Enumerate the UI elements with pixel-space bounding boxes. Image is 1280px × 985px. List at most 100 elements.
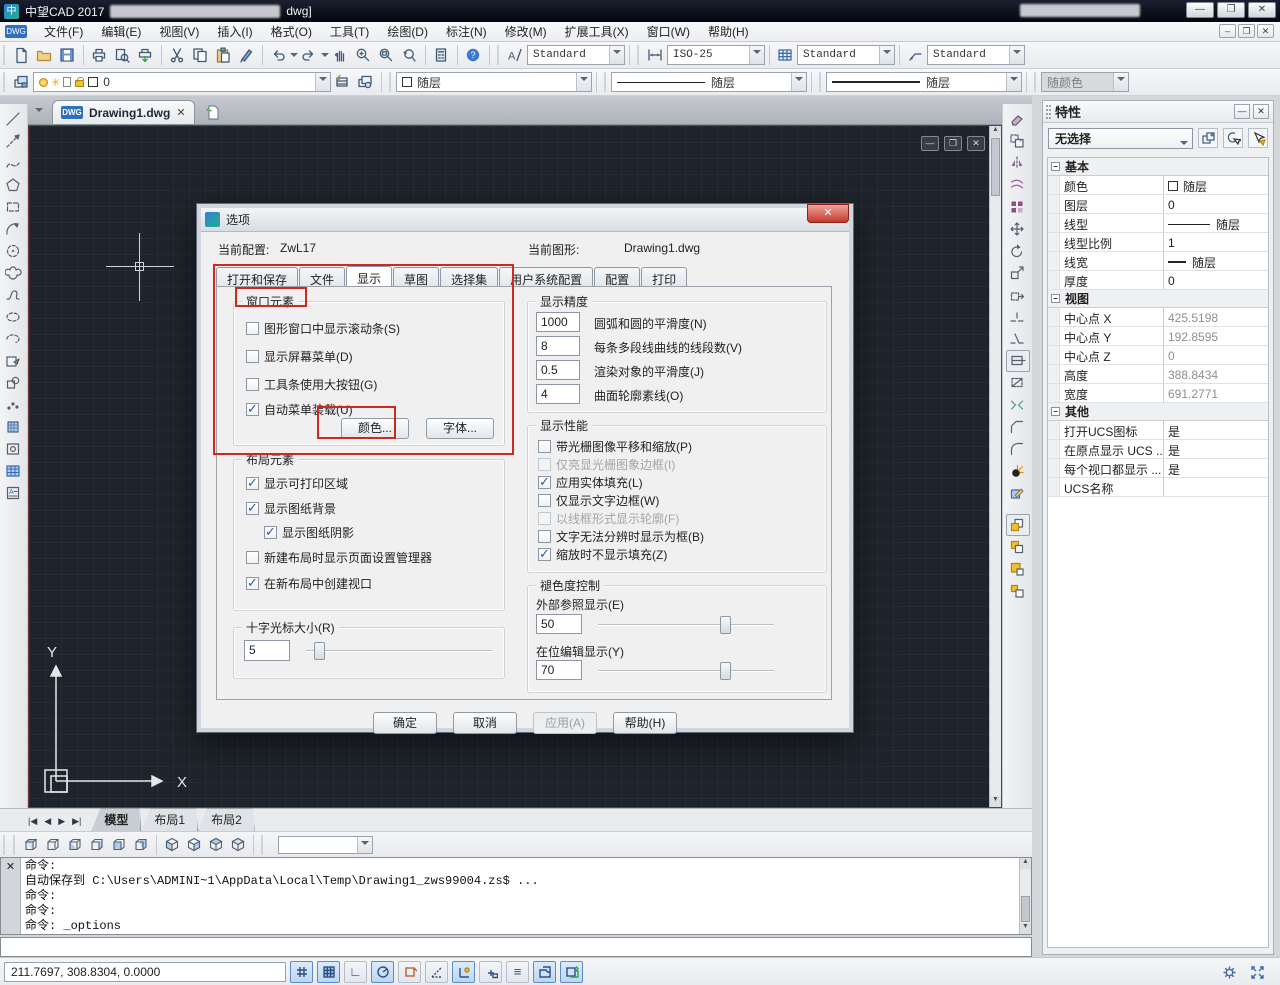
toolbar-grip[interactable]	[3, 45, 7, 65]
property-value[interactable]: 是	[1164, 459, 1268, 477]
move-icon[interactable]	[1006, 218, 1030, 240]
property-value[interactable]: 是	[1164, 440, 1268, 458]
crosshair-size-field[interactable]: 5	[244, 640, 290, 661]
insert-block-icon[interactable]	[2, 350, 26, 372]
zoom-previous-icon[interactable]	[398, 44, 421, 66]
menu-format[interactable]: 格式(O)	[262, 21, 321, 42]
text-style-icon[interactable]: A	[504, 44, 527, 66]
explode-icon[interactable]	[1006, 460, 1030, 482]
property-value[interactable]: 随层	[1164, 252, 1268, 270]
ducs-toggle-icon[interactable]	[452, 961, 475, 983]
revision-cloud-icon[interactable]	[2, 262, 26, 284]
command-history[interactable]: 命令:自动保存到 C:\Users\ADMINI~1\AppData\Local…	[21, 858, 1019, 934]
zoom-window-icon[interactable]	[375, 44, 398, 66]
table-style-combo[interactable]: Standard	[797, 45, 895, 65]
viewport-restore-icon[interactable]: ❐	[944, 136, 962, 151]
view-bottom-icon[interactable]	[42, 834, 64, 855]
toolbar-grip[interactable]	[3, 72, 7, 92]
inplace-edit-field[interactable]: 70	[536, 660, 582, 680]
layer-previous-icon[interactable]	[331, 71, 354, 93]
prev-tab-icon[interactable]: ◀	[44, 816, 51, 827]
menu-draw[interactable]: 绘图(D)	[378, 21, 437, 42]
grid-toggle-icon[interactable]	[317, 961, 340, 983]
color-combo[interactable]: 随层	[396, 72, 592, 92]
tab-close-icon[interactable]: ✕	[176, 106, 185, 119]
doc-restore-button[interactable]: ❐	[1238, 24, 1255, 38]
menu-file[interactable]: 文件(F)	[35, 21, 92, 42]
property-value[interactable]: 0	[1164, 195, 1268, 213]
selection-combo[interactable]: 无选择	[1048, 128, 1193, 149]
command-input[interactable]	[0, 937, 1032, 957]
named-view-combo[interactable]	[278, 836, 373, 854]
copy-object-icon[interactable]	[1006, 130, 1030, 152]
minimize-button[interactable]: —	[1186, 2, 1214, 18]
command-scrollbar[interactable]: ▲▼	[1019, 858, 1031, 934]
checkbox-icon[interactable]	[538, 440, 551, 453]
checkbox-auto-menu-load[interactable]: 自动菜单装载(U)	[246, 401, 353, 418]
combo-arrow-icon[interactable]	[791, 73, 806, 91]
collapse-icon[interactable]: −	[1051, 407, 1060, 416]
scroll-down-icon[interactable]: ▼	[990, 796, 1001, 807]
toolbar-grip[interactable]	[261, 835, 265, 855]
fonts-button[interactable]: 字体...	[426, 418, 494, 439]
tab-layout1[interactable]: 布局1	[141, 808, 198, 831]
toggle-pickadd-icon[interactable]	[1198, 128, 1218, 148]
toolbar-grip[interactable]	[389, 72, 393, 92]
checkbox-raster-pan-zoom[interactable]: 带光栅图像平移和缩放(P)	[538, 438, 692, 455]
polygon-icon[interactable]	[2, 174, 26, 196]
view-right-icon[interactable]	[86, 834, 108, 855]
fillet-icon[interactable]	[1006, 438, 1030, 460]
property-value[interactable]: 是	[1164, 421, 1268, 439]
checkbox-icon[interactable]	[246, 322, 259, 335]
scroll-up-icon[interactable]: ▲	[1020, 858, 1031, 869]
menu-window[interactable]: 窗口(W)	[638, 21, 699, 42]
checkbox-icon[interactable]	[264, 526, 277, 539]
paste-icon[interactable]	[212, 44, 235, 66]
close-button[interactable]: ✕	[1248, 2, 1276, 18]
checkbox-icon[interactable]	[538, 548, 551, 561]
checkbox-icon[interactable]	[246, 350, 259, 363]
new-document-icon[interactable]	[203, 102, 223, 122]
spline-icon[interactable]	[2, 284, 26, 306]
dialog-close-button[interactable]: ✕	[807, 204, 849, 223]
break-icon[interactable]	[1006, 328, 1030, 350]
help-icon[interactable]: ?	[462, 44, 485, 66]
circle-icon[interactable]	[2, 240, 26, 262]
checkbox-paper-background[interactable]: 显示图纸背景	[246, 500, 336, 517]
lineweight-toggle-icon[interactable]: ≡	[506, 961, 529, 983]
view-left-icon[interactable]	[64, 834, 86, 855]
ellipse-icon[interactable]	[2, 306, 26, 328]
checkbox-icon[interactable]	[246, 403, 259, 416]
document-tab[interactable]: DWG Drawing1.dwg ✕	[52, 100, 195, 124]
layer-manager-icon[interactable]	[10, 71, 33, 93]
canvas-vertical-scrollbar[interactable]: ▲ ▼	[989, 126, 1001, 807]
settings-gear-icon[interactable]	[1218, 962, 1240, 983]
dyn-toggle-icon[interactable]	[479, 961, 502, 983]
open-icon[interactable]	[33, 44, 56, 66]
property-value[interactable]: 0	[1164, 271, 1268, 289]
calculator-icon[interactable]	[430, 44, 453, 66]
checkbox-page-setup-manager[interactable]: 新建布局时显示页面设置管理器	[246, 549, 432, 566]
mleader-style-combo[interactable]: Standard	[927, 45, 1025, 65]
category-view[interactable]: −视图	[1048, 290, 1268, 308]
scale-icon[interactable]	[1006, 262, 1030, 284]
save-icon[interactable]	[56, 44, 79, 66]
menu-help[interactable]: 帮助(H)	[699, 21, 758, 42]
surface-contour-field[interactable]: 4	[536, 384, 580, 404]
select-objects-icon[interactable]	[1223, 128, 1243, 148]
extend-icon[interactable]	[1006, 372, 1030, 394]
polar-toggle-icon[interactable]	[371, 961, 394, 983]
layer-states-icon[interactable]	[354, 71, 377, 93]
toolbar-grip[interactable]	[3, 835, 7, 855]
view-front-icon[interactable]	[108, 834, 130, 855]
toolbar-grip[interactable]	[637, 45, 641, 65]
rotate-icon[interactable]	[1006, 240, 1030, 262]
category-misc[interactable]: −其他	[1048, 403, 1268, 421]
doc-close-button[interactable]: ✕	[1257, 24, 1274, 38]
combo-arrow-icon[interactable]	[1006, 73, 1021, 91]
ortho-toggle-icon[interactable]: ∟	[344, 961, 367, 983]
slider-thumb[interactable]	[720, 662, 731, 680]
collapse-icon[interactable]: −	[1051, 294, 1060, 303]
linetype-combo[interactable]: 随层	[611, 72, 807, 92]
scrollbar-thumb[interactable]	[1021, 896, 1030, 922]
